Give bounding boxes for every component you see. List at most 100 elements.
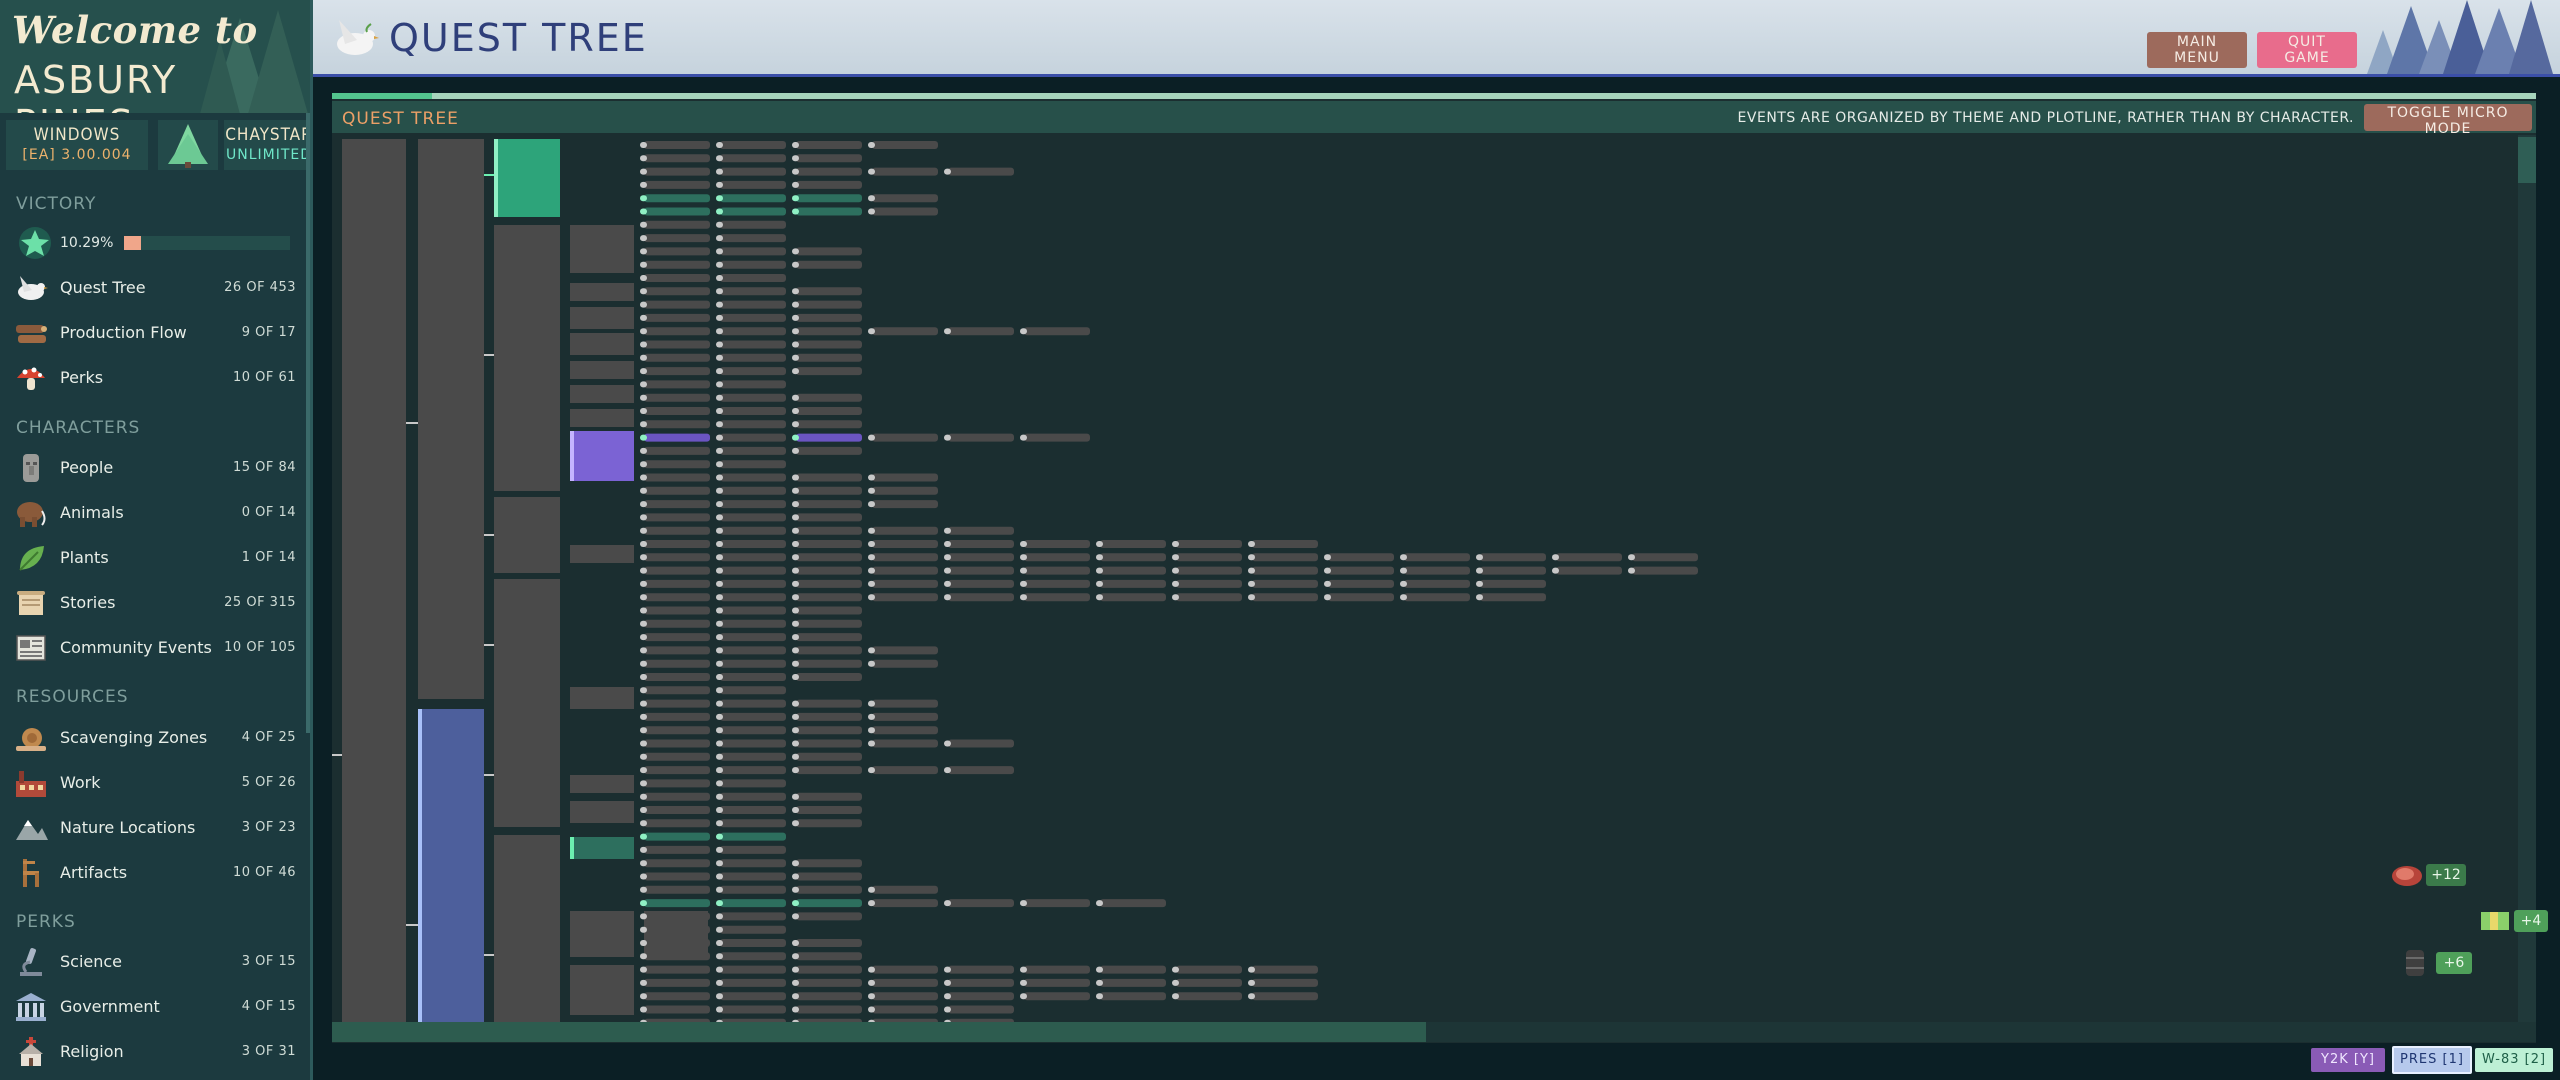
quest-node[interactable] — [644, 380, 710, 389]
quest-node[interactable] — [720, 699, 786, 708]
quest-node[interactable] — [796, 992, 862, 1001]
quest-node[interactable] — [796, 526, 862, 535]
quest-node[interactable] — [796, 473, 862, 482]
quest-node[interactable] — [1632, 553, 1698, 562]
quest-node[interactable] — [1252, 978, 1318, 987]
quest-node[interactable] — [720, 912, 786, 921]
quest-node[interactable] — [796, 327, 862, 336]
quest-node[interactable] — [872, 659, 938, 668]
quest-node[interactable] — [644, 925, 710, 934]
quest-node[interactable] — [494, 225, 560, 491]
quest-node[interactable] — [720, 287, 786, 296]
quest-node[interactable] — [720, 473, 786, 482]
quest-node[interactable] — [644, 247, 710, 256]
quest-node[interactable] — [720, 220, 786, 229]
quest-node[interactable] — [1100, 978, 1166, 987]
quest-node[interactable] — [720, 619, 786, 628]
quest-node-teal[interactable] — [570, 837, 634, 859]
quest-node[interactable] — [644, 566, 710, 575]
quest-node[interactable] — [1480, 593, 1546, 602]
quest-node[interactable] — [1024, 540, 1090, 548]
sidebar-item-community-events[interactable]: Community Events 10 OF 105 — [14, 630, 298, 666]
quest-node[interactable] — [796, 566, 862, 575]
quest-node[interactable] — [720, 899, 786, 908]
quest-node[interactable] — [796, 154, 862, 163]
quest-node[interactable] — [644, 646, 710, 655]
quest-node[interactable] — [720, 513, 786, 522]
quest-node[interactable] — [644, 327, 710, 336]
quest-node[interactable] — [796, 712, 862, 721]
quest-node[interactable] — [644, 526, 710, 535]
quest-node[interactable] — [872, 553, 938, 562]
quest-node[interactable] — [720, 885, 786, 894]
quest-node[interactable] — [948, 433, 1014, 442]
quest-node[interactable] — [1176, 593, 1242, 602]
sidebar-item-artifacts[interactable]: Artifacts 10 OF 46 — [14, 855, 298, 891]
quest-node[interactable] — [720, 712, 786, 721]
quest-node[interactable] — [644, 912, 710, 921]
quest-node[interactable] — [1024, 593, 1090, 602]
quest-node[interactable] — [796, 500, 862, 509]
quest-node[interactable] — [1252, 965, 1318, 974]
quest-node[interactable] — [1328, 579, 1394, 588]
quest-node[interactable] — [948, 327, 1014, 336]
quest-node[interactable] — [796, 965, 862, 974]
quest-node[interactable] — [872, 646, 938, 655]
quest-node[interactable] — [1100, 579, 1166, 588]
quest-node[interactable] — [418, 139, 484, 699]
quest-node[interactable] — [1252, 566, 1318, 575]
quest-node[interactable] — [1632, 566, 1698, 575]
quest-node[interactable] — [644, 832, 710, 841]
quest-node[interactable] — [644, 845, 710, 854]
quest-node[interactable] — [796, 446, 862, 455]
quest-node[interactable] — [1176, 540, 1242, 548]
quest-node[interactable] — [644, 992, 710, 1001]
quest-node[interactable] — [644, 952, 710, 961]
quest-node[interactable] — [872, 766, 938, 775]
quest-node[interactable] — [720, 978, 786, 987]
quest-node[interactable] — [1176, 553, 1242, 562]
quest-node[interactable] — [720, 739, 786, 748]
quest-node[interactable] — [796, 313, 862, 322]
sidebar-item-scavenging-zones[interactable]: Scavenging Zones 4 OF 25 — [14, 720, 298, 756]
quest-node[interactable] — [1024, 579, 1090, 588]
quest-node[interactable] — [796, 593, 862, 602]
quest-node[interactable] — [644, 180, 710, 189]
filter-tag-w83[interactable]: W-83 [2] — [2475, 1048, 2553, 1072]
quest-node[interactable] — [644, 340, 710, 349]
quest-node[interactable] — [494, 579, 560, 725]
quest-node[interactable] — [644, 792, 710, 801]
quest-node[interactable] — [720, 526, 786, 535]
quest-node[interactable] — [644, 978, 710, 987]
reward-cash[interactable]: +4 — [2480, 910, 2560, 932]
quest-node[interactable] — [1404, 593, 1470, 602]
quest-node[interactable] — [644, 393, 710, 402]
quest-node[interactable] — [872, 526, 938, 535]
vertical-scrollbar[interactable] — [2518, 135, 2536, 1023]
quest-node[interactable] — [796, 207, 862, 216]
quest-node[interactable] — [1404, 579, 1470, 588]
quest-node[interactable] — [720, 407, 786, 415]
quest-node[interactable] — [644, 207, 710, 216]
quest-node[interactable] — [796, 699, 862, 708]
quest-node[interactable] — [872, 194, 938, 203]
quest-node[interactable] — [494, 497, 560, 573]
quest-node[interactable] — [796, 952, 862, 961]
quest-node[interactable] — [948, 992, 1014, 1001]
quest-node[interactable] — [720, 353, 786, 362]
quest-node[interactable] — [1556, 553, 1622, 562]
quest-node[interactable] — [1100, 593, 1166, 602]
quest-node[interactable] — [644, 766, 710, 775]
quest-node[interactable] — [720, 154, 786, 163]
quest-node[interactable] — [644, 859, 710, 868]
quest-tree-canvas[interactable] — [332, 135, 2518, 1023]
quest-node[interactable] — [948, 167, 1014, 176]
quest-node[interactable] — [644, 726, 710, 735]
quest-node[interactable] — [644, 965, 710, 974]
quest-node[interactable] — [720, 659, 786, 668]
quest-node[interactable] — [720, 872, 786, 881]
quest-node[interactable] — [872, 712, 938, 721]
quest-node[interactable] — [872, 739, 938, 748]
quest-node[interactable] — [872, 699, 938, 708]
quest-node[interactable] — [1176, 992, 1242, 1001]
